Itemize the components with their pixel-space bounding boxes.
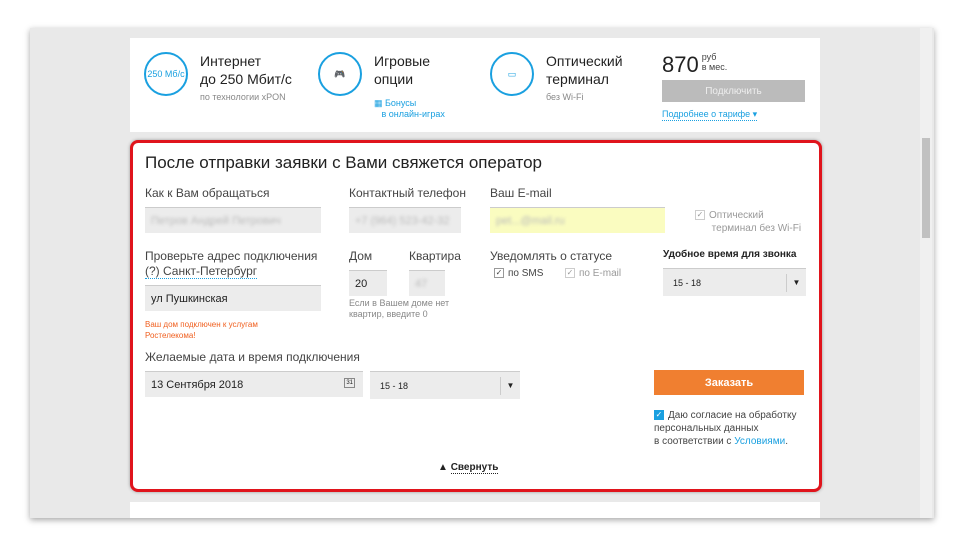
- next-card: [130, 502, 820, 518]
- bonus-link-text: Бонусы: [385, 98, 417, 108]
- call-time-value: 15 - 18: [673, 278, 702, 288]
- email-input[interactable]: pet...@mail.ru: [490, 207, 665, 233]
- feature-title: Оптический: [546, 53, 623, 69]
- feature-title: Интернет: [200, 53, 262, 69]
- chevron-down-icon: ▼: [786, 274, 806, 292]
- form-title: После отправки заявки с Вами свяжется оп…: [145, 153, 542, 172]
- time-value: 15 - 18: [380, 381, 409, 391]
- gamepad-icon: 🎮: [318, 52, 362, 96]
- price-value: 870: [662, 52, 699, 77]
- consent-text: в соответствии с: [654, 436, 735, 447]
- date-input[interactable]: 13 Сентября 2018 31: [145, 371, 363, 397]
- router-icon: ▭: [490, 52, 534, 96]
- terminal-label: Оптический: [709, 210, 764, 221]
- consent: ✓ Даю согласие на обработку персональных д…: [654, 409, 796, 448]
- phone-input[interactable]: +7 (964) 523-42-32: [349, 207, 461, 233]
- scrollbar[interactable]: [920, 28, 932, 518]
- house-input[interactable]: 20: [349, 270, 387, 296]
- consent-checkbox[interactable]: ✓: [654, 410, 664, 421]
- collapse-label: Свернуть: [450, 462, 499, 474]
- terminal-label: терминал без Wi-Fi: [711, 223, 802, 234]
- chevron-down-icon: ▼: [500, 377, 520, 395]
- tariff-details-link[interactable]: Подробнее о тарифе ▾: [662, 109, 758, 121]
- calendar-icon[interactable]: 31: [344, 378, 355, 388]
- hint-line: Если в Вашем доме нет: [349, 298, 450, 308]
- gift-icon: ▦: [374, 98, 386, 108]
- feature-sub: по технологии xPON: [200, 92, 286, 102]
- address-label: Проверьте адрес подключения: [145, 249, 318, 263]
- email-label: Ваш E-mail: [490, 186, 552, 200]
- phone-value: +7 (964) 523-42-32: [355, 215, 450, 227]
- browser-page: 250 Мб/с Интернет до 250 Мбит/с по техноло…: [30, 28, 934, 518]
- connect-button[interactable]: Подключить: [662, 80, 805, 102]
- scrollbar-thumb[interactable]: [922, 138, 930, 238]
- flat-hint: Если в Вашем доме нет квартир, введите 0: [349, 298, 449, 320]
- city-link[interactable]: (?) Санкт-Петербург: [145, 264, 258, 279]
- checkbox-icon: ✓: [565, 268, 575, 279]
- house-label: Дом: [349, 249, 373, 263]
- checkbox-icon: ✓: [695, 210, 705, 221]
- flat-label: Квартира: [409, 249, 461, 263]
- time-select[interactable]: 15 - 18 ▼: [370, 371, 520, 399]
- notify-sms-checkbox[interactable]: ✓ по SMS: [494, 268, 543, 279]
- feature-title: опции: [374, 71, 414, 87]
- email-value: pet...@mail.ru: [496, 215, 565, 227]
- connected-note: Ваш дом подключен к услугам Ростелекома!: [145, 319, 258, 341]
- terms-link[interactable]: Условиями: [734, 436, 785, 447]
- price: 870 руб в мес.: [662, 52, 727, 78]
- flat-value: 47: [415, 278, 428, 290]
- terminal-checkbox[interactable]: ✓ Оптический терминал без Wi-Fi: [695, 209, 801, 235]
- hint-line: квартир, введите 0: [349, 309, 428, 319]
- period: в мес.: [701, 62, 728, 72]
- date-label: Желаемые дата и время подключения: [145, 350, 360, 364]
- feature-title: терминал: [546, 71, 609, 87]
- notify-email-label: по E-mail: [579, 268, 622, 279]
- call-time-select[interactable]: 15 - 18 ▼: [663, 268, 806, 296]
- currency: руб: [701, 52, 717, 62]
- feature-internet: 250 Мб/с Интернет до 250 Мбит/с по техноло…: [144, 52, 292, 102]
- feature-title: Игровые: [374, 53, 431, 69]
- call-time-label: Удобное время для звонка: [663, 249, 797, 260]
- street-input[interactable]: ул Пушкинская: [145, 285, 321, 311]
- checkbox-icon: ✓: [494, 268, 504, 279]
- feature-sub: без Wi-Fi: [546, 92, 584, 102]
- phone-label: Контактный телефон: [349, 186, 466, 200]
- notify-label: Уведомлять о статусе: [490, 249, 613, 263]
- feature-terminal: ▭ Оптический терминал без Wi-Fi: [490, 52, 623, 102]
- tariff-card: 250 Мб/с Интернет до 250 Мбит/с по техноло…: [130, 38, 820, 132]
- feature-games: 🎮 Игровые опции ▦ Бонусы в онлайн-играх: [318, 52, 445, 119]
- speedometer-icon: 250 Мб/с: [144, 52, 188, 96]
- notify-email-checkbox[interactable]: ✓ по E-mail: [565, 268, 621, 279]
- name-input[interactable]: Петров Андрей Петрович: [145, 207, 321, 233]
- consent-text: Даю согласие на обработку: [668, 410, 797, 421]
- triangle-up-icon: ▲: [438, 462, 451, 473]
- order-form: После отправки заявки с Вами свяжется оп…: [130, 140, 822, 492]
- date-value: 13 Сентября 2018: [151, 379, 244, 391]
- note-line: Ростелекома!: [145, 331, 196, 340]
- name-value: Петров Андрей Петрович: [151, 215, 281, 227]
- bonus-link[interactable]: ▦ Бонусы в онлайн-играх: [374, 98, 445, 119]
- collapse-button[interactable]: ▲ Свернуть: [438, 462, 499, 474]
- feature-title: до 250 Мбит/с: [200, 71, 292, 87]
- bonus-link-text: в онлайн-играх: [381, 109, 445, 119]
- order-button[interactable]: Заказать: [654, 370, 804, 395]
- flat-input[interactable]: 47: [409, 270, 445, 296]
- consent-text: .: [785, 436, 788, 447]
- note-line: Ваш дом подключен к услугам: [145, 320, 258, 329]
- consent-text: персональных данных: [654, 423, 759, 434]
- notify-sms-label: по SMS: [508, 268, 544, 279]
- name-label: Как к Вам обращаться: [145, 186, 270, 200]
